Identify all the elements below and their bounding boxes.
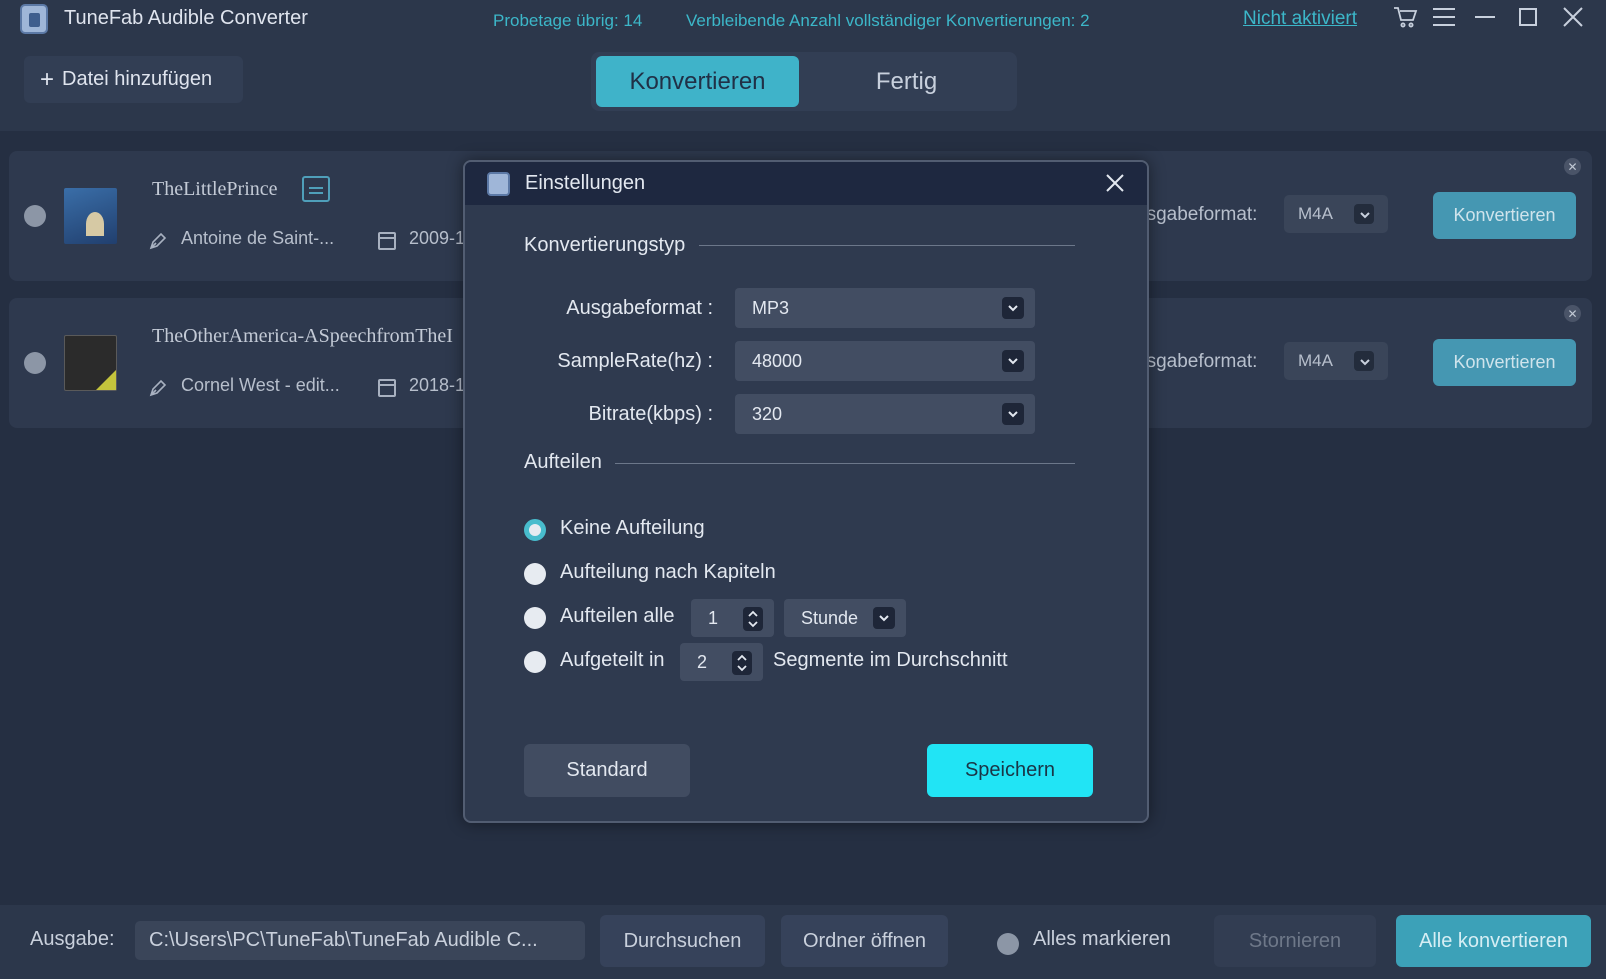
cart-icon[interactable] xyxy=(1392,4,1422,34)
tab-bar: Konvertieren Fertig xyxy=(591,52,1017,111)
browse-button[interactable]: Durchsuchen xyxy=(600,915,765,967)
maximize-icon[interactable] xyxy=(1515,4,1545,34)
tab-done[interactable]: Fertig xyxy=(805,56,1008,107)
chevron-down-icon xyxy=(1002,297,1024,319)
split-every-label: Aufteilen alle xyxy=(560,605,675,627)
convert-all-button[interactable]: Alle konvertieren xyxy=(1396,915,1591,967)
chevron-down-icon xyxy=(873,607,895,629)
trial-days-text: Probetage übrig: 14 xyxy=(493,11,643,30)
close-icon[interactable] xyxy=(1101,169,1129,197)
divider xyxy=(615,463,1075,464)
app-logo-icon xyxy=(20,4,48,34)
no-split-label: Keine Aufteilung xyxy=(560,517,705,539)
book-title: TheOtherAmerica-ASpeechfromTheI xyxy=(152,325,453,347)
bitrate-select[interactable]: 320 xyxy=(735,394,1035,434)
book-author: Antoine de Saint-... xyxy=(181,228,335,248)
output-format-label: usgabeformat: xyxy=(1136,204,1258,225)
output-format-label: Ausgabeformat : xyxy=(566,297,713,319)
conversion-type-heading: Konvertierungstyp xyxy=(524,234,686,256)
split-unit-value: Stunde xyxy=(801,607,859,628)
dialog-header: Einstellungen xyxy=(465,162,1147,205)
tab-convert[interactable]: Konvertieren xyxy=(596,56,799,107)
output-format-value: M4A xyxy=(1298,351,1333,370)
book-cover xyxy=(64,188,117,244)
convert-button[interactable]: Konvertieren xyxy=(1433,192,1576,239)
book-author: Cornel West - edit... xyxy=(181,375,340,395)
select-all-label: Alles markieren xyxy=(1033,928,1171,950)
row-select-radio[interactable] xyxy=(24,352,46,374)
output-format-value: M4A xyxy=(1298,204,1333,223)
spinner-icon[interactable] xyxy=(732,651,752,675)
samplerate-label: SampleRate(hz) : xyxy=(557,350,713,372)
app-title: TuneFab Audible Converter xyxy=(64,7,308,29)
chevron-down-icon xyxy=(1002,350,1024,372)
bitrate-value: 320 xyxy=(752,403,783,424)
bottom-bar: Ausgabe: C:\Users\PC\TuneFab\TuneFab Aud… xyxy=(0,905,1606,979)
output-format-select[interactable]: M4A xyxy=(1284,195,1388,233)
pen-icon xyxy=(148,231,168,251)
subtitle-icon[interactable] xyxy=(302,176,330,202)
output-label: Ausgabe: xyxy=(30,928,115,950)
output-format-select[interactable]: M4A xyxy=(1284,342,1388,380)
split-by-chapter-label: Aufteilung nach Kapiteln xyxy=(560,561,776,583)
output-format-select[interactable]: MP3 xyxy=(735,288,1035,328)
book-date: 2018-1 xyxy=(409,375,466,395)
calendar-icon xyxy=(378,379,396,397)
calendar-icon xyxy=(378,232,396,250)
close-icon[interactable] xyxy=(1560,4,1590,34)
output-format-value: MP3 xyxy=(752,297,790,318)
chevron-down-icon xyxy=(1002,403,1024,425)
segments-suffix-label: Segmente im Durchschnitt xyxy=(773,649,1008,671)
pen-icon xyxy=(148,378,168,398)
add-file-button[interactable]: + Datei hinzufügen xyxy=(24,56,243,103)
samplerate-value: 48000 xyxy=(752,350,803,371)
spinner-icon[interactable] xyxy=(743,607,763,631)
split-heading: Aufteilen xyxy=(524,451,602,473)
bitrate-label: Bitrate(kbps) : xyxy=(588,403,713,425)
minimize-icon[interactable] xyxy=(1472,4,1502,34)
split-every-stepper[interactable]: 1 xyxy=(691,599,774,637)
convert-button[interactable]: Konvertieren xyxy=(1433,339,1576,386)
cancel-button[interactable]: Stornieren xyxy=(1214,915,1376,967)
book-date: 2009-1 xyxy=(409,228,466,248)
row-select-radio[interactable] xyxy=(24,205,46,227)
book-cover xyxy=(64,335,117,391)
app-logo-icon xyxy=(487,172,510,196)
output-path-field[interactable]: C:\Users\PC\TuneFab\TuneFab Audible C... xyxy=(135,921,585,960)
split-every-value: 1 xyxy=(708,607,719,628)
samplerate-select[interactable]: 48000 xyxy=(735,341,1035,381)
split-every-radio[interactable] xyxy=(524,607,546,629)
no-split-radio[interactable] xyxy=(524,519,546,541)
not-activated-link[interactable]: Nicht aktiviert xyxy=(1243,8,1357,30)
divider xyxy=(699,245,1075,246)
add-file-label: Datei hinzufügen xyxy=(62,68,213,90)
title-bar: TuneFab Audible Converter Probetage übri… xyxy=(0,0,1606,131)
chevron-down-icon xyxy=(1354,204,1374,224)
split-into-value: 2 xyxy=(697,651,708,672)
split-into-label: Aufgeteilt in xyxy=(560,649,665,671)
book-title: TheLittlePrince xyxy=(152,178,278,200)
remaining-conversions-text: Verbleibende Anzahl vollständiger Konver… xyxy=(686,11,1090,30)
save-button[interactable]: Speichern xyxy=(927,744,1093,797)
open-folder-button[interactable]: Ordner öffnen xyxy=(781,915,948,967)
default-button[interactable]: Standard xyxy=(524,744,690,797)
output-format-label: usgabeformat: xyxy=(1136,351,1258,372)
menu-icon[interactable] xyxy=(1431,4,1461,34)
split-into-stepper[interactable]: 2 xyxy=(680,643,763,681)
dialog-title: Einstellungen xyxy=(525,172,646,194)
remove-icon[interactable]: ✕ xyxy=(1564,158,1581,175)
split-into-radio[interactable] xyxy=(524,651,546,673)
split-by-chapter-radio[interactable] xyxy=(524,563,546,585)
split-unit-select[interactable]: Stunde xyxy=(784,599,906,637)
settings-dialog: Einstellungen Konvertierungstyp Ausgabef… xyxy=(463,160,1149,823)
chevron-down-icon xyxy=(1354,351,1374,371)
plus-icon: + xyxy=(40,65,55,93)
select-all-radio[interactable] xyxy=(997,933,1019,955)
remove-icon[interactable]: ✕ xyxy=(1564,305,1581,322)
